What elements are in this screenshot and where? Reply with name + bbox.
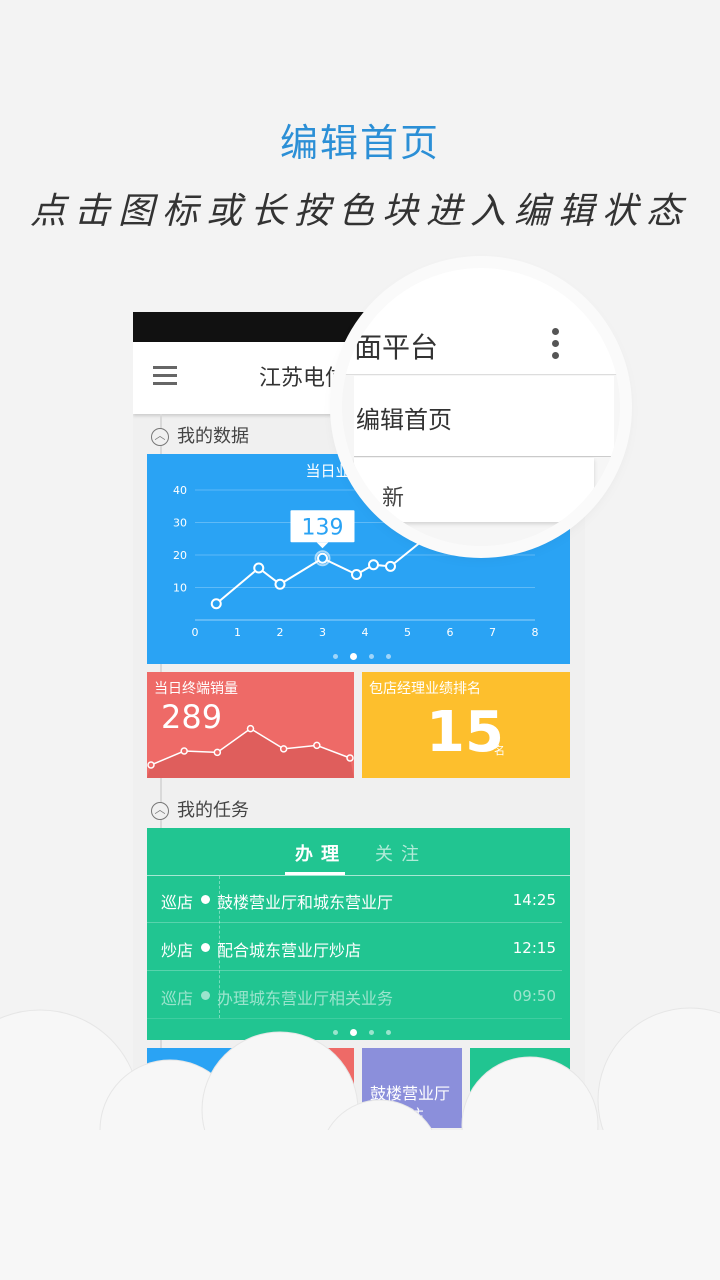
tab-underline: [285, 872, 345, 875]
ranking-card[interactable]: 包店经理业绩排名 15 名: [362, 672, 570, 778]
x-tick-label: 5: [404, 626, 411, 639]
magnified-title: 面平台: [354, 331, 439, 364]
tab-handle[interactable]: 办理: [295, 840, 347, 866]
data-point: [317, 552, 328, 564]
tile-purple-text-2: 关注: [392, 1106, 425, 1125]
sparkline-point: [246, 724, 255, 733]
overflow-menu-icon[interactable]: [552, 328, 560, 364]
task-row[interactable]: 巡店 办理城东营业厅相关业务 09:50: [147, 972, 570, 1019]
hamburger-menu-icon[interactable]: [153, 366, 177, 386]
x-tick-label: 3: [319, 626, 326, 639]
y-tick-label: 10: [173, 582, 187, 595]
x-tick-label: 4: [362, 626, 369, 639]
task-row[interactable]: 巡店 鼓楼营业厅和城东营业厅 14:25: [147, 876, 570, 923]
sparkline-point: [147, 761, 155, 769]
chart-pager[interactable]: [327, 646, 397, 660]
task-kind: 巡店: [161, 893, 194, 912]
x-tick-label: 8: [532, 626, 539, 639]
x-tick-label: 7: [489, 626, 496, 639]
x-tick-label: 1: [234, 626, 241, 639]
new-menu-item[interactable]: 新: [382, 480, 404, 512]
task-desc: 办理城东营业厅相关业务: [217, 989, 394, 1008]
tasks-card: 办理 关注 巡店 鼓楼营业厅和城东营业厅 14:25 炒店 配合城东营业厅炒店 …: [147, 828, 570, 1040]
magnified-menu-2: 新: [354, 458, 594, 522]
sparkline-point: [313, 741, 321, 750]
x-tick-label: 0: [192, 626, 199, 639]
data-point: [368, 559, 379, 571]
tooltip-arrow: [316, 542, 329, 549]
tile-red-text: 厅: [337, 1080, 354, 1099]
section-my-tasks[interactable]: ︿ 我的任务: [151, 796, 249, 822]
subline: 点击图标或长按色块进入编辑状态: [29, 191, 690, 232]
task-desc: 配合城东营业厅炒店: [217, 941, 362, 960]
magnifier-lens: 面平台 编辑首页 新: [342, 268, 620, 546]
task-tabs: 办理 关注: [147, 828, 570, 876]
y-tick-label: 20: [173, 549, 187, 562]
task-kind: 巡店: [161, 989, 194, 1008]
data-point: [351, 569, 362, 580]
task-time: 09:50: [512, 987, 556, 1005]
terminal-sales-value: 289: [161, 698, 223, 736]
timeline-dot-icon: [201, 895, 210, 904]
headline: 编辑首页: [279, 121, 440, 165]
task-kind: 炒店: [161, 941, 194, 960]
ranking-value: 15: [426, 700, 504, 765]
y-tick-label: 30: [173, 517, 187, 530]
tile-purple[interactable]: 鼓楼营业厅 关注: [362, 1048, 462, 1128]
section-my-tasks-label: 我的任务: [177, 800, 249, 821]
chevron-up-icon[interactable]: ︿: [151, 428, 169, 446]
task-time: 14:25: [512, 891, 556, 909]
x-tick-label: 6: [447, 626, 454, 639]
tooltip-value: 139: [302, 515, 344, 540]
section-my-data-label: 我的数据: [177, 426, 249, 447]
data-point: [210, 598, 222, 610]
tab-follow[interactable]: 关注: [375, 840, 427, 866]
x-tick-label: 2: [277, 626, 284, 639]
task-time: 12:15: [512, 939, 556, 957]
sparkline-point: [213, 748, 222, 757]
data-point: [385, 560, 396, 572]
section-my-data[interactable]: ︿ 我的数据: [151, 422, 249, 448]
ranking-unit: 名: [494, 744, 505, 757]
magnified-app-bar: 面平台: [342, 268, 620, 375]
data-point: [274, 578, 286, 590]
chevron-up-icon[interactable]: ︿: [151, 802, 169, 820]
tile-purple-text: 鼓楼营业厅: [370, 1084, 451, 1103]
terminal-sales-card[interactable]: 当日终端销量 289: [147, 672, 354, 778]
sparkline-point: [279, 745, 288, 753]
task-desc: 鼓楼营业厅和城东营业厅: [217, 893, 394, 912]
terminal-sales-label: 当日终端销量: [154, 681, 238, 697]
timeline-dot-icon: [201, 991, 210, 1000]
ranking-label: 包店经理业绩排名: [369, 681, 481, 697]
sparkline-point: [346, 754, 354, 762]
edit-home-menu-item[interactable]: 编辑首页: [356, 400, 452, 435]
tasks-pager[interactable]: [327, 1022, 397, 1036]
y-tick-label: 40: [173, 484, 187, 497]
timeline-dot-icon: [201, 943, 210, 952]
magnified-menu: 编辑首页: [354, 376, 614, 457]
tile-green[interactable]: 城: [470, 1048, 570, 1128]
tile-red[interactable]: 厅: [245, 1048, 354, 1128]
tile-green-text: 城: [478, 1084, 495, 1103]
data-point: [253, 562, 265, 574]
sparkline-point: [180, 747, 188, 755]
app-title: 江苏电信: [259, 366, 348, 391]
task-row[interactable]: 炒店 配合城东营业厅炒店 12:15: [147, 924, 570, 971]
